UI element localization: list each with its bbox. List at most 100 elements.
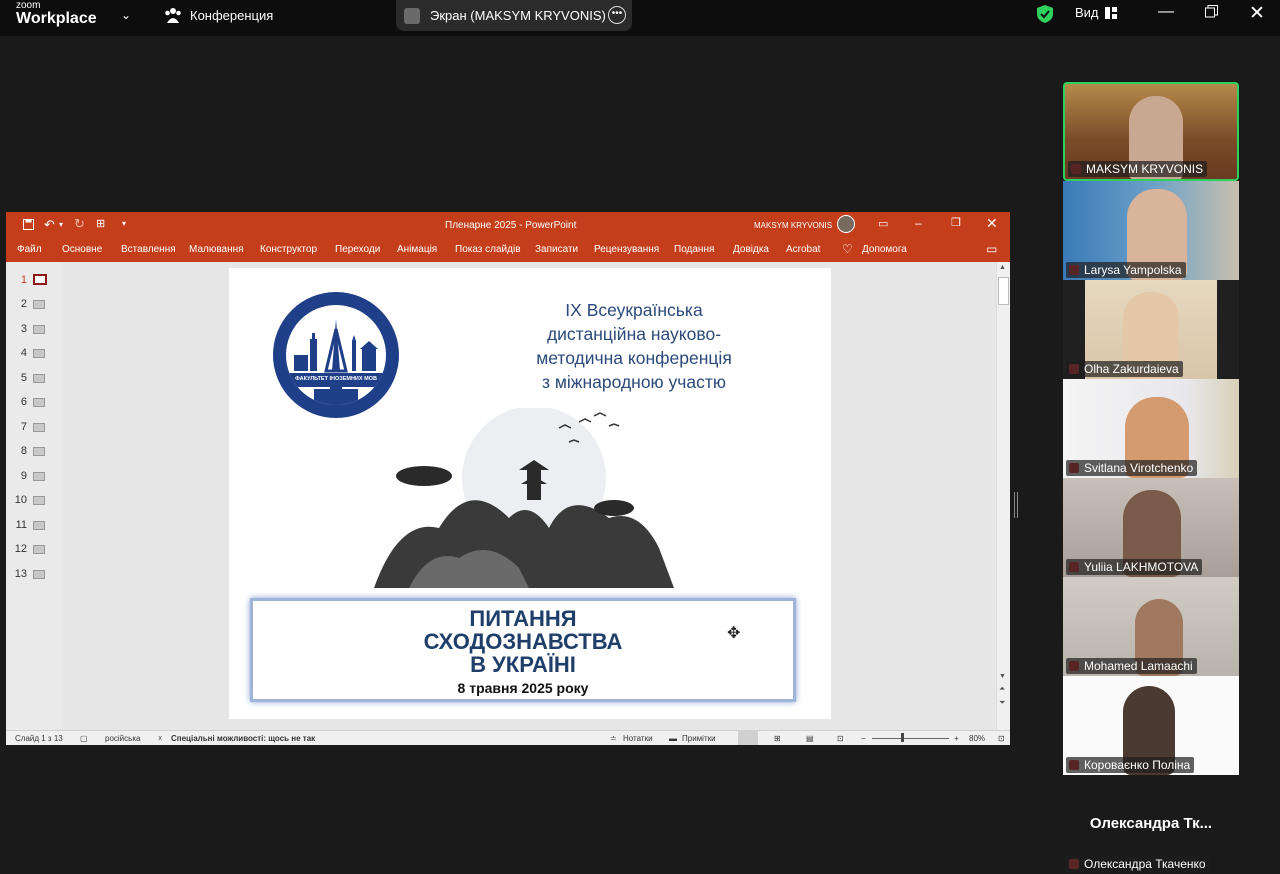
slide-thumbnail[interactable]: 3 <box>6 320 62 340</box>
scroll-down-icon[interactable]: ▼ <box>999 673 1006 680</box>
save-icon[interactable] <box>23 219 34 230</box>
slide-thumbnail[interactable]: 2 <box>6 295 62 315</box>
zoom-slider[interactable] <box>872 738 949 739</box>
normal-view-icon[interactable] <box>738 731 758 745</box>
close-icon[interactable]: ✕ <box>1249 2 1265 25</box>
scroll-up-icon[interactable]: ▲ <box>999 264 1006 271</box>
slide-thumbnail[interactable]: 13 <box>6 565 62 585</box>
participant-tile[interactable]: Larysa Yampolska <box>1063 181 1239 280</box>
chevron-down-icon[interactable]: ⌄ <box>121 8 131 22</box>
tab-review[interactable]: Рецензування <box>594 244 659 255</box>
tab-tell-me[interactable]: Допомога <box>862 244 907 255</box>
splitter-handle[interactable] <box>1014 492 1018 518</box>
vertical-scrollbar[interactable]: ▲ ▼ ⏶ ⏷ <box>996 262 1010 730</box>
tab-home[interactable]: Основне <box>62 244 102 255</box>
tab-draw[interactable]: Малювання <box>189 244 244 255</box>
participant-name: Коровaєнко Поліна <box>1066 757 1195 773</box>
reading-view-icon[interactable]: ▤ <box>806 734 814 743</box>
participant-tile[interactable]: Олександра Тк... Олександра Ткаченко <box>1063 775 1239 874</box>
accessibility-status[interactable]: Спеціальні можливості: щось не так <box>171 734 315 743</box>
more-options-icon[interactable]: ••• <box>608 6 626 24</box>
zoom-slider-thumb[interactable] <box>901 733 904 742</box>
tab-file[interactable]: Файл <box>17 244 42 255</box>
participant-tile[interactable]: Коровaєнко Поліна <box>1063 676 1239 775</box>
slide-thumbnail[interactable]: 6 <box>6 393 62 413</box>
university-building-icon <box>314 387 358 405</box>
tab-view[interactable]: Подання <box>674 244 714 255</box>
thumbnail-image <box>33 349 45 358</box>
slide-thumbnail[interactable]: 1 <box>6 271 62 291</box>
notes-button[interactable]: Нотатки <box>623 734 653 743</box>
meeting-button[interactable]: Конференция <box>164 7 273 23</box>
view-button[interactable]: Вид <box>1075 5 1117 20</box>
slide-thumbnail[interactable]: 12 <box>6 540 62 560</box>
slide-thumbnail[interactable]: 10 <box>6 491 62 511</box>
camera-off-name: Олександра Тк... <box>1089 815 1213 832</box>
scroll-thumb[interactable] <box>998 277 1009 305</box>
participant-tile[interactable]: Olha Zakurdaieva <box>1063 280 1239 379</box>
slide-thumbnail[interactable]: 8 <box>6 442 62 462</box>
comments-button[interactable]: Примітки <box>682 734 716 743</box>
user-avatar[interactable] <box>837 215 855 233</box>
title-box[interactable]: ПИТАННЯ СХОДОЗНАВСТВА В УКРАЇНІ 8 травня… <box>250 598 796 702</box>
participant-tile[interactable]: Yuliia LAKHMOTOVA <box>1063 478 1239 577</box>
conference-heading: ІХ Всеукраїнська дистанційна науково- ме… <box>489 298 779 394</box>
tab-acrobat[interactable]: Acrobat <box>786 244 820 255</box>
zoom-top-bar: zoom Workplace ⌄ Конференция Экран (MAKS… <box>0 0 1280 36</box>
zoom-out-button[interactable]: − <box>861 734 866 743</box>
landscape-illustration <box>374 408 674 588</box>
slide-thumbnail[interactable]: 11 <box>6 516 62 536</box>
ppt-close-icon[interactable]: ✕ <box>986 215 998 232</box>
tab-record[interactable]: Записати <box>535 244 578 255</box>
thumbnail-image <box>33 447 45 456</box>
ppt-restore-icon[interactable]: ❐ <box>951 216 961 229</box>
logo-text: ФАКУЛЬТЕТ ІНОЗЕМНИХ МОВ <box>295 376 377 382</box>
undo-dropdown-icon[interactable]: ▾ <box>59 220 63 229</box>
slide-thumbnail[interactable]: 5 <box>6 369 62 389</box>
slide-sorter-icon[interactable]: ⊞ <box>774 734 781 743</box>
zoom-in-button[interactable]: + <box>954 734 959 743</box>
ribbon-display-icon[interactable]: ▭ <box>878 217 888 230</box>
zoom-logo-line2: Workplace <box>16 10 97 27</box>
participant-name: Svitlana Virotchenko <box>1066 460 1198 476</box>
title-line: ПИТАННЯ <box>469 606 577 631</box>
presenter-icon[interactable]: ⊞ <box>96 217 105 230</box>
participant-name: Olha Zakurdaieva <box>1066 361 1183 377</box>
tab-transitions[interactable]: Переходи <box>335 244 380 255</box>
tab-insert[interactable]: Вставлення <box>121 244 176 255</box>
participant-tile[interactable]: MAKSYM KRYVONIS <box>1063 82 1239 181</box>
ppt-minimize-icon[interactable]: – <box>915 216 922 230</box>
slide-thumbnail[interactable]: 7 <box>6 418 62 438</box>
slide-number: 3 <box>20 323 27 335</box>
slide-thumbnail[interactable]: 9 <box>6 467 62 487</box>
status-bar: Слайд 1 з 13 ▢ російська ☓ Спеціальні мо… <box>6 730 1010 745</box>
undo-icon[interactable]: ↶ <box>44 217 55 233</box>
comments-icon[interactable]: ▭ <box>986 242 997 256</box>
slide-thumbnail[interactable]: 4 <box>6 344 62 364</box>
comment-icon: ▬ <box>669 734 677 743</box>
spell-check-icon[interactable]: ▢ <box>80 734 88 743</box>
redo-icon[interactable]: ↻ <box>74 216 85 232</box>
participant-tile[interactable]: Mohamed Lamaachi <box>1063 577 1239 676</box>
restore-icon[interactable] <box>1205 5 1218 18</box>
sharer-avatar <box>404 7 420 24</box>
next-slide-icon[interactable]: ⏷ <box>999 698 1005 708</box>
current-slide[interactable]: ФАКУЛЬТЕТ ІНОЗЕМНИХ МОВ ІХ Всеукраїнська… <box>229 268 831 719</box>
fit-slide-icon[interactable]: ⊡ <box>998 734 1005 743</box>
tab-help[interactable]: Довідка <box>733 244 769 255</box>
slide-number: 9 <box>20 470 27 482</box>
screen-share-indicator[interactable]: Экран (MAKSYM KRYVONIS) ••• <box>396 0 632 31</box>
previous-slide-icon[interactable]: ⏶ <box>999 684 1005 694</box>
participant-tile[interactable]: Svitlana Virotchenko <box>1063 379 1239 478</box>
minimize-icon[interactable]: — <box>1158 3 1174 21</box>
language-indicator[interactable]: російська <box>105 734 140 743</box>
accessibility-icon[interactable]: ☓ <box>158 734 162 743</box>
slide-number: 7 <box>20 421 27 433</box>
zoom-level[interactable]: 80% <box>969 734 985 743</box>
slideshow-icon[interactable]: ⊡ <box>837 734 844 743</box>
tab-slideshow[interactable]: Показ слайдів <box>455 244 521 255</box>
tab-design[interactable]: Конструктор <box>260 244 317 255</box>
tab-animations[interactable]: Анімація <box>397 244 437 255</box>
shield-check-icon[interactable] <box>1036 4 1054 24</box>
customize-toolbar-icon[interactable]: ▾ <box>122 219 126 228</box>
